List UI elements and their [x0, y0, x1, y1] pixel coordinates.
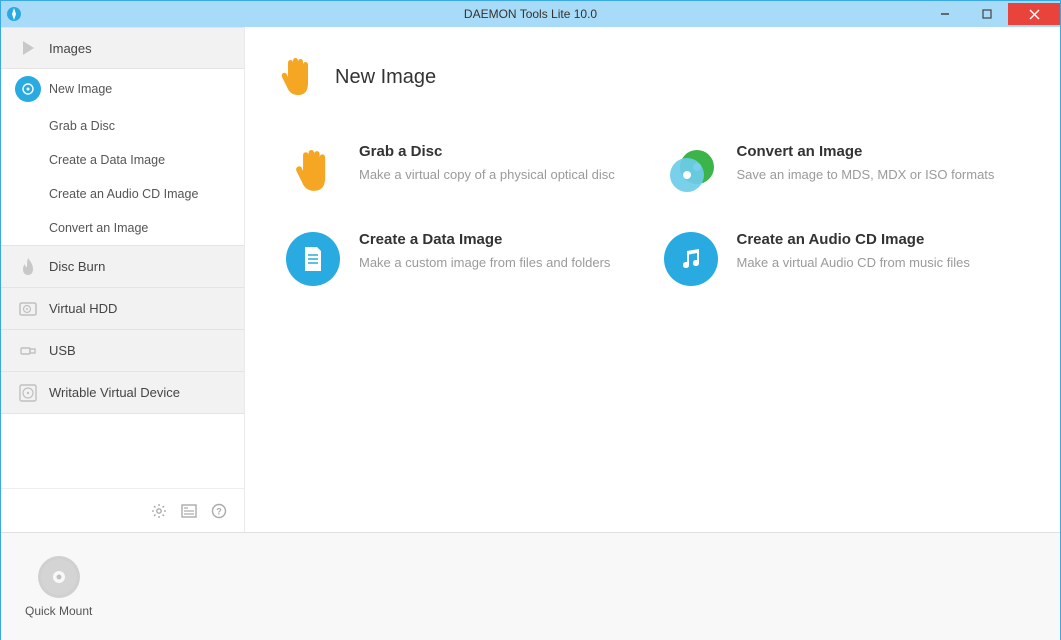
card-grab-disc[interactable]: Grab a Disc Make a virtual copy of a phy…: [275, 127, 653, 215]
card-convert-image[interactable]: Convert an Image Save an image to MDS, M…: [653, 127, 1031, 215]
window-title: DAEMON Tools Lite 10.0: [464, 7, 597, 21]
app-icon: [1, 1, 27, 27]
card-desc: Save an image to MDS, MDX or ISO formats: [737, 166, 995, 184]
disc-icon: [38, 556, 80, 598]
sidebar-item-virtual-hdd[interactable]: Virtual HDD: [1, 288, 244, 330]
document-icon: [285, 231, 341, 287]
card-create-data-image[interactable]: Create a Data Image Make a custom image …: [275, 215, 653, 303]
sidebar-subitem-label: Convert an Image: [49, 221, 148, 235]
card-desc: Make a virtual Audio CD from music files: [737, 254, 970, 272]
card-desc: Make a virtual copy of a physical optica…: [359, 166, 615, 184]
quick-mount-button[interactable]: Quick Mount: [25, 556, 92, 618]
page-title: New Image: [335, 66, 436, 89]
writable-disc-icon: [15, 381, 41, 405]
help-icon[interactable]: ?: [210, 502, 228, 520]
sidebar-item-usb[interactable]: USB: [1, 330, 244, 372]
card-create-audio-cd[interactable]: Create an Audio CD Image Make a virtual …: [653, 215, 1031, 303]
sidebar-item-writable-virtual-device[interactable]: Writable Virtual Device: [1, 372, 244, 414]
card-title: Create a Data Image: [359, 231, 610, 248]
minimize-button[interactable]: [924, 3, 966, 25]
close-button[interactable]: [1008, 3, 1060, 25]
card-title: Convert an Image: [737, 143, 995, 160]
titlebar: DAEMON Tools Lite 10.0: [1, 1, 1060, 27]
sidebar: Images New Image Grab a Disc Create a Da…: [1, 27, 245, 532]
sidebar-bottom-toolbar: ?: [1, 488, 244, 532]
sidebar-subitem-grab-disc[interactable]: Grab a Disc: [1, 109, 244, 143]
window-controls: [924, 3, 1060, 25]
sidebar-item-label: Disc Burn: [49, 259, 105, 274]
sidebar-subitem-label: Grab a Disc: [49, 119, 115, 133]
hand-icon: [285, 143, 341, 199]
card-title: Grab a Disc: [359, 143, 615, 160]
sidebar-subitem-create-data-image[interactable]: Create a Data Image: [1, 143, 244, 177]
sidebar-item-label: Images: [49, 41, 92, 56]
usb-icon: [15, 339, 41, 363]
sidebar-group-new-image: New Image Grab a Disc Create a Data Imag…: [1, 69, 244, 246]
discs-overlap-icon: [663, 143, 719, 199]
play-icon: [15, 36, 41, 60]
card-grid: Grab a Disc Make a virtual copy of a phy…: [275, 127, 1030, 303]
card-desc: Make a custom image from files and folde…: [359, 254, 610, 272]
main-header: New Image: [275, 55, 1030, 99]
hdd-icon: [15, 297, 41, 321]
main-content: New Image Grab a Disc Make a virtual cop…: [245, 27, 1060, 532]
card-title: Create an Audio CD Image: [737, 231, 970, 248]
sidebar-item-images[interactable]: Images: [1, 27, 244, 69]
sidebar-item-label: Virtual HDD: [49, 301, 117, 316]
bottom-bar: Quick Mount: [1, 532, 1060, 640]
sidebar-subitem-label: Create an Audio CD Image: [49, 187, 198, 201]
gear-icon[interactable]: [150, 502, 168, 520]
sidebar-item-label: Writable Virtual Device: [49, 385, 180, 400]
sidebar-subitem-convert-image[interactable]: Convert an Image: [1, 211, 244, 245]
svg-text:?: ?: [216, 506, 222, 516]
sidebar-subitem-create-audio-cd[interactable]: Create an Audio CD Image: [1, 177, 244, 211]
maximize-button[interactable]: [966, 3, 1008, 25]
sidebar-item-new-image[interactable]: New Image: [1, 69, 244, 109]
news-icon[interactable]: [180, 502, 198, 520]
quick-mount-label: Quick Mount: [25, 604, 92, 618]
sidebar-item-label: USB: [49, 343, 76, 358]
music-note-icon: [663, 231, 719, 287]
flame-icon: [15, 255, 41, 279]
sidebar-item-disc-burn[interactable]: Disc Burn: [1, 246, 244, 288]
sidebar-item-label: New Image: [49, 82, 112, 96]
sidebar-subitem-label: Create a Data Image: [49, 153, 165, 167]
hand-icon: [275, 55, 319, 99]
disc-plus-icon: [15, 77, 41, 101]
